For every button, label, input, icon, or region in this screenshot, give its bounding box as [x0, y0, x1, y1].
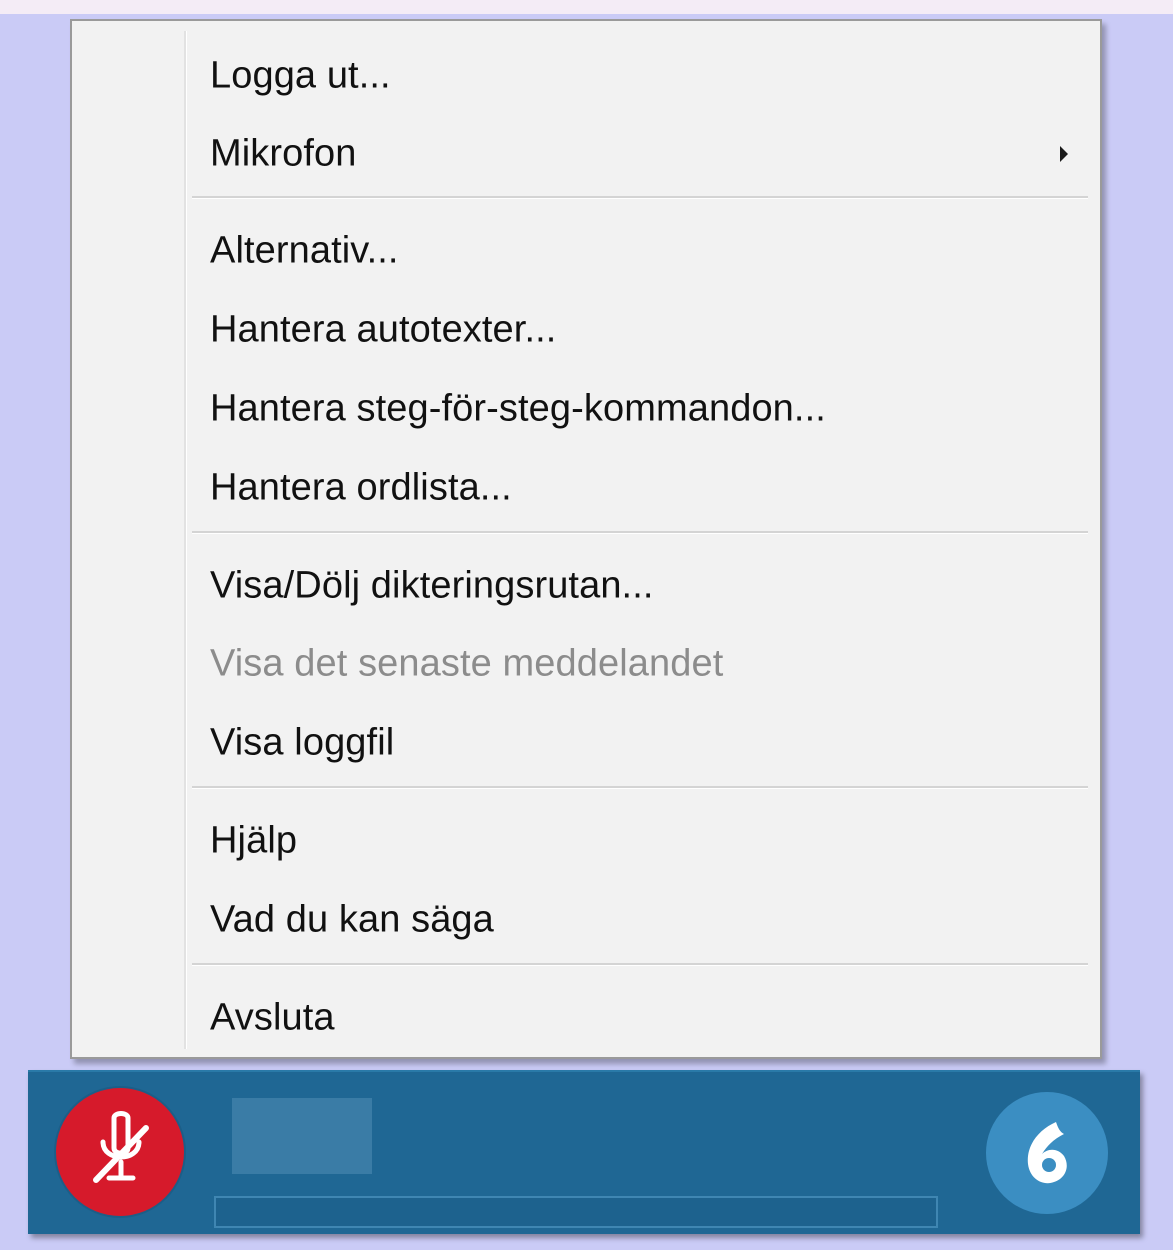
status-display — [232, 1098, 372, 1174]
menu-item-alternativ[interactable]: Alternativ... — [74, 212, 1098, 290]
dragon-logo-button[interactable] — [986, 1092, 1108, 1214]
menu-item-logga-ut[interactable]: Logga ut... — [74, 37, 1098, 115]
audio-level-meter — [214, 1196, 938, 1228]
menu-separator — [192, 963, 1088, 966]
menu-item-label: Vad du kan säga — [210, 898, 494, 941]
menu-item-hjalp[interactable]: Hjälp — [74, 802, 1098, 880]
menu-item-label: Hantera autotexter... — [210, 308, 557, 351]
menu-item-hantera-autotexter[interactable]: Hantera autotexter... — [74, 291, 1098, 369]
submenu-arrow-icon — [1060, 146, 1068, 162]
menu-item-label: Avsluta — [210, 996, 335, 1039]
menu-item-label: Visa/Dölj dikteringsrutan... — [210, 564, 654, 607]
menu-item-label: Alternativ... — [210, 229, 399, 272]
microphone-toggle-button[interactable] — [56, 1088, 184, 1216]
menu-item-hantera-ordlista[interactable]: Hantera ordlista... — [74, 449, 1098, 527]
menu-separator — [192, 531, 1088, 534]
menu-item-label: Logga ut... — [210, 54, 391, 97]
desktop-top-strip — [0, 0, 1173, 14]
menu-item-mikrofon[interactable]: Mikrofon — [74, 115, 1098, 193]
menu-item-label: Hjälp — [210, 819, 298, 862]
menu-item-label: Hantera ordlista... — [210, 466, 512, 509]
microphone-off-icon — [93, 1111, 149, 1183]
dragon-logo-icon — [1027, 1122, 1067, 1184]
menu-item-hantera-steg-for-steg-kommandon[interactable]: Hantera steg-för-steg-kommandon... — [74, 370, 1098, 448]
menu-separator — [192, 786, 1088, 789]
menu-item-label: Mikrofon — [210, 132, 357, 175]
context-menu: Logga ut... Mikrofon Alternativ... Hante… — [70, 19, 1102, 1059]
menu-item-vad-du-kan-saga[interactable]: Vad du kan säga — [74, 881, 1098, 959]
menu-separator — [192, 196, 1088, 199]
menu-item-visa-det-senaste-meddelandet: Visa det senaste meddelandet — [74, 625, 1098, 703]
menu-item-avsluta[interactable]: Avsluta — [74, 979, 1098, 1057]
dictation-bar — [28, 1070, 1140, 1234]
menu-item-label: Hantera steg-för-steg-kommandon... — [210, 387, 826, 430]
menu-item-label: Visa loggfil — [210, 721, 395, 764]
menu-item-visa-dolj-dikteringsrutan[interactable]: Visa/Dölj dikteringsrutan... — [74, 547, 1098, 625]
menu-item-visa-loggfil[interactable]: Visa loggfil — [74, 704, 1098, 782]
menu-item-label: Visa det senaste meddelandet — [210, 642, 724, 685]
